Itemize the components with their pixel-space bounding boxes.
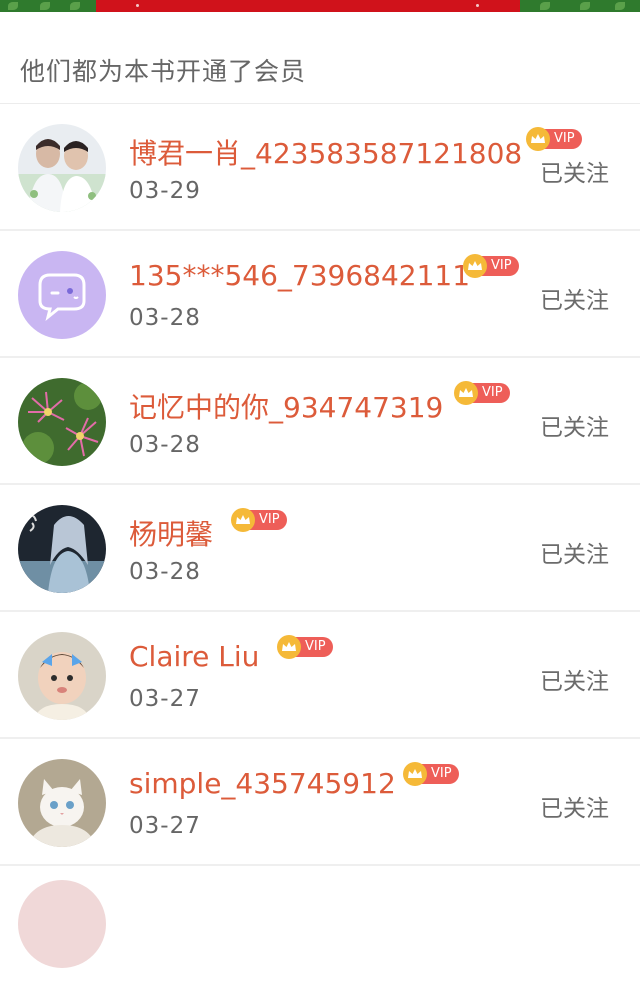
dot-decoration: [476, 4, 479, 7]
avatar[interactable]: [18, 759, 106, 847]
crown-icon: [526, 127, 550, 151]
crown-icon: [231, 508, 255, 532]
member-row[interactable]: 记忆中的你_934747319 VIP 03-28 已关注: [0, 358, 640, 485]
member-row[interactable]: 博君一肖_423583587121808 VIP 03-29 已关注: [0, 104, 640, 231]
followed-status[interactable]: 已关注: [540, 408, 609, 442]
leaf-decoration: [40, 2, 50, 10]
crown-icon: [403, 762, 427, 786]
member-name[interactable]: 记忆中的你_934747319: [129, 386, 443, 426]
member-row[interactable]: 135***546_7396842111 VIP 03-28 已关注: [0, 231, 640, 358]
join-date: 03-28: [129, 432, 201, 458]
vip-badge: VIP: [463, 254, 519, 278]
followed-status[interactable]: 已关注: [540, 281, 609, 315]
member-name[interactable]: simple_435745912: [129, 767, 396, 800]
vip-badge: VIP: [231, 508, 287, 532]
member-row[interactable]: 杨明馨 VIP 03-28 已关注: [0, 485, 640, 612]
followed-status[interactable]: 已关注: [540, 535, 609, 569]
leaf-decoration: [615, 2, 625, 10]
followed-status[interactable]: 已关注: [540, 662, 609, 696]
crown-icon: [463, 254, 487, 278]
avatar[interactable]: [18, 124, 106, 212]
join-date: 03-27: [129, 813, 201, 839]
section-header: 他们都为本书开通了会员: [0, 12, 640, 104]
vip-badge: VIP: [403, 762, 459, 786]
vip-badge: VIP: [526, 127, 582, 151]
avatar[interactable]: [18, 632, 106, 720]
followed-status[interactable]: 已关注: [540, 789, 609, 823]
leaf-decoration: [8, 2, 18, 10]
leaf-decoration: [70, 2, 80, 10]
join-date: 03-28: [129, 559, 201, 585]
member-row-partial[interactable]: [0, 866, 640, 993]
join-date: 03-27: [129, 686, 201, 712]
leaf-decoration: [580, 2, 590, 10]
member-name[interactable]: 杨明馨: [129, 513, 213, 553]
avatar[interactable]: [18, 505, 106, 593]
join-date: 03-28: [129, 305, 201, 331]
member-row[interactable]: simple_435745912 VIP 03-27 已关注: [0, 739, 640, 866]
top-banner: [0, 0, 640, 12]
dot-decoration: [136, 4, 139, 7]
member-name[interactable]: 135***546_7396842111: [129, 259, 470, 292]
avatar[interactable]: [18, 251, 106, 339]
member-name[interactable]: Claire Liu: [129, 640, 259, 673]
banner-red-panel: [96, 0, 520, 12]
avatar[interactable]: [18, 378, 106, 466]
leaf-decoration: [540, 2, 550, 10]
vip-badge: VIP: [454, 381, 510, 405]
followed-status[interactable]: 已关注: [540, 154, 609, 188]
crown-icon: [454, 381, 478, 405]
vip-badge: VIP: [277, 635, 333, 659]
section-title: 他们都为本书开通了会员: [20, 57, 307, 86]
join-date: 03-29: [129, 178, 201, 204]
member-row[interactable]: Claire Liu VIP 03-27 已关注: [0, 612, 640, 739]
crown-icon: [277, 635, 301, 659]
avatar[interactable]: [18, 880, 106, 968]
member-name[interactable]: 博君一肖_423583587121808: [129, 132, 522, 172]
